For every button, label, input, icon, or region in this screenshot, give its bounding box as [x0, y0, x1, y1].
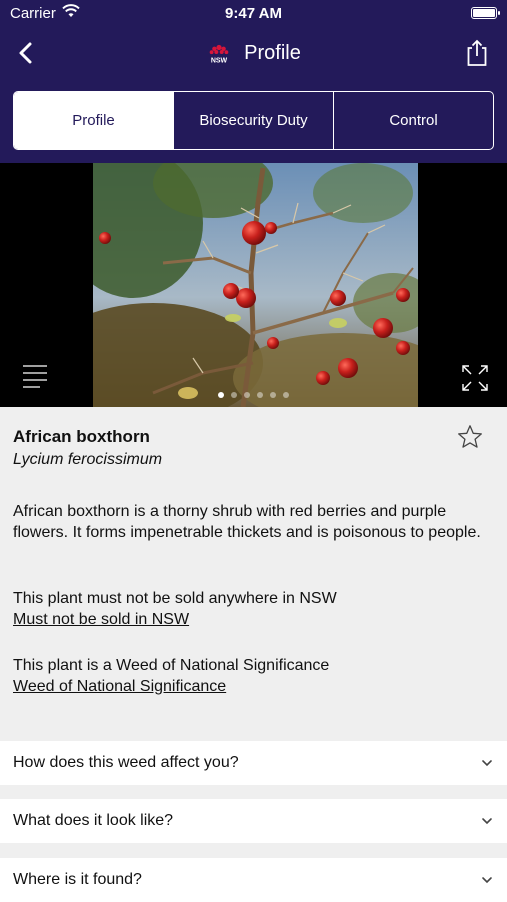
clock-time: 9:47 AM: [225, 5, 282, 22]
plant-common-name: African boxthorn: [13, 427, 150, 446]
tab-profile[interactable]: Profile: [14, 92, 173, 149]
list-menu-icon[interactable]: [22, 362, 48, 392]
fullscreen-icon[interactable]: [461, 364, 489, 392]
accordion-item-appearance[interactable]: What does it look like?: [0, 799, 507, 843]
chevron-down-icon: [482, 818, 492, 825]
accordion-label: How does this weed affect you?: [13, 754, 239, 771]
page-dot[interactable]: [218, 392, 224, 398]
plant-info: African boxthorn Lycium ferocissimum Afr…: [0, 407, 507, 740]
battery-icon: [471, 7, 500, 19]
accordion-label: What does it look like?: [13, 812, 174, 829]
favourite-star-icon[interactable]: [457, 424, 483, 450]
accordion-item-affect[interactable]: How does this weed affect you?: [0, 741, 507, 785]
sale-restriction: This plant must not be sold anywhere in …: [13, 589, 337, 630]
status-bar: Carrier 9:47 AM: [0, 0, 507, 28]
wons-status: This plant is a Weed of National Signifi…: [13, 656, 329, 697]
tab-biosecurity-duty[interactable]: Biosecurity Duty: [173, 92, 333, 149]
page-dot[interactable]: [231, 392, 237, 398]
accordion-label: Where is it found?: [13, 871, 142, 888]
nsw-logo: NSW: [209, 44, 229, 65]
plant-photo: [93, 163, 418, 407]
tab-control[interactable]: Control: [333, 92, 493, 149]
header-bar: Carrier 9:47 AM NSW Profile Profile Bios…: [0, 0, 507, 163]
page-dot[interactable]: [257, 392, 263, 398]
plant-scientific-name: Lycium ferocissimum: [13, 451, 163, 468]
wons-status-link[interactable]: Weed of National Significance: [13, 677, 329, 698]
image-gallery[interactable]: [0, 163, 507, 407]
nsw-logo-text: NSW: [211, 58, 228, 65]
share-icon[interactable]: [465, 38, 489, 68]
page-dot[interactable]: [244, 392, 250, 398]
segmented-tabs: Profile Biosecurity Duty Control: [13, 91, 494, 150]
sale-restriction-text: This plant must not be sold anywhere in …: [13, 590, 337, 607]
navigation-bar: NSW Profile: [0, 30, 507, 76]
page-dot[interactable]: [283, 392, 289, 398]
sale-restriction-link[interactable]: Must not be sold in NSW: [13, 610, 337, 631]
page-indicator[interactable]: [0, 392, 507, 398]
page-title: Profile: [244, 41, 301, 64]
page-dot[interactable]: [270, 392, 276, 398]
chevron-down-icon: [482, 877, 492, 884]
chevron-down-icon: [482, 760, 492, 767]
wons-status-text: This plant is a Weed of National Signifi…: [13, 657, 330, 674]
plant-description: African boxthorn is a thorny shrub with …: [13, 503, 481, 541]
accordion-item-location[interactable]: Where is it found?: [0, 858, 507, 902]
